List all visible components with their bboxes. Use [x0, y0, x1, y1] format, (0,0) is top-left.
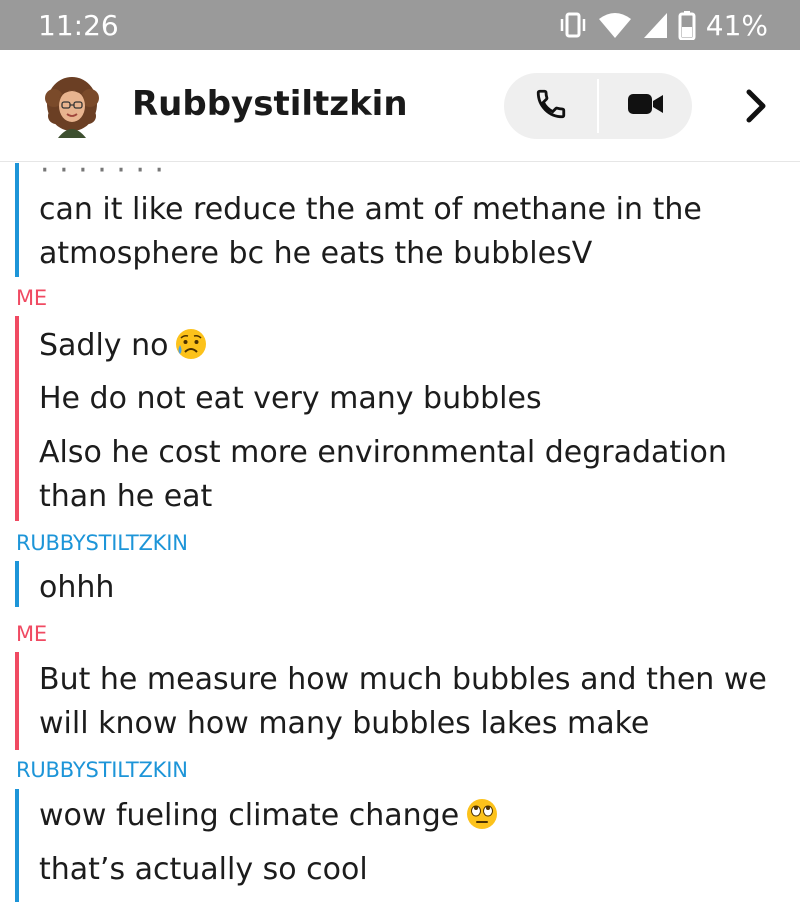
- sender-label-them: RUBBYSTILTZKIN: [16, 758, 188, 782]
- phone-icon: [534, 87, 568, 125]
- message-text[interactable]: than he eat: [39, 475, 779, 519]
- chat-thread: · · · · · · · can it like reduce the amt…: [0, 163, 800, 902]
- voice-call-button[interactable]: [504, 73, 597, 139]
- wifi-icon: [598, 11, 632, 39]
- battery-percentage: 41%: [705, 8, 768, 42]
- message-text[interactable]: wow fueling climate change: [39, 794, 779, 844]
- message-text[interactable]: ohhh: [39, 566, 779, 610]
- video-icon: [626, 89, 666, 123]
- signal-icon: [642, 11, 668, 39]
- cutoff-text: · · · · · · ·: [40, 163, 164, 188]
- sender-label-me: ME: [16, 622, 47, 646]
- message-text[interactable]: atmosphere bc he eats the bubblesV: [39, 232, 779, 276]
- battery-icon: [678, 10, 696, 40]
- vibrate-icon: [558, 11, 588, 39]
- status-icons: 41%: [558, 8, 768, 42]
- message-text-content: wow fueling climate change: [39, 798, 460, 833]
- status-bar: 11:26 41%: [0, 0, 800, 50]
- message-bar-them: [15, 163, 19, 277]
- status-time: 11:26: [38, 9, 119, 42]
- message-bar-them: [15, 789, 19, 902]
- message-text[interactable]: But he measure how much bubbles and then…: [39, 658, 779, 702]
- message-text[interactable]: Sadly no: [39, 324, 779, 374]
- message-text[interactable]: Also he cost more environmental degradat…: [39, 431, 779, 475]
- message-bar-them: [15, 561, 19, 607]
- chat-header: Rubbystiltzkin: [0, 50, 800, 162]
- video-call-button[interactable]: [599, 73, 692, 139]
- avatar[interactable]: [40, 74, 104, 138]
- message-bar-me: [15, 652, 19, 750]
- sender-label-them: RUBBYSTILTZKIN: [16, 531, 188, 555]
- message-text[interactable]: will know how many bubbles lakes make: [39, 702, 779, 746]
- eye-roll-emoji-icon: [465, 797, 499, 844]
- sender-label-me: ME: [16, 286, 47, 310]
- message-text-content: Sadly no: [39, 328, 169, 363]
- message-text[interactable]: He do not eat very many bubbles: [39, 377, 779, 421]
- chevron-right-icon[interactable]: [738, 88, 774, 124]
- message-text[interactable]: can it like reduce the amt of methane in…: [39, 188, 779, 232]
- message-text[interactable]: that’s actually so cool: [39, 848, 779, 892]
- call-button-group: [504, 73, 692, 139]
- contact-name[interactable]: Rubbystiltzkin: [132, 84, 408, 124]
- message-bar-me: [15, 316, 19, 521]
- sad-sweat-emoji-icon: [174, 327, 208, 374]
